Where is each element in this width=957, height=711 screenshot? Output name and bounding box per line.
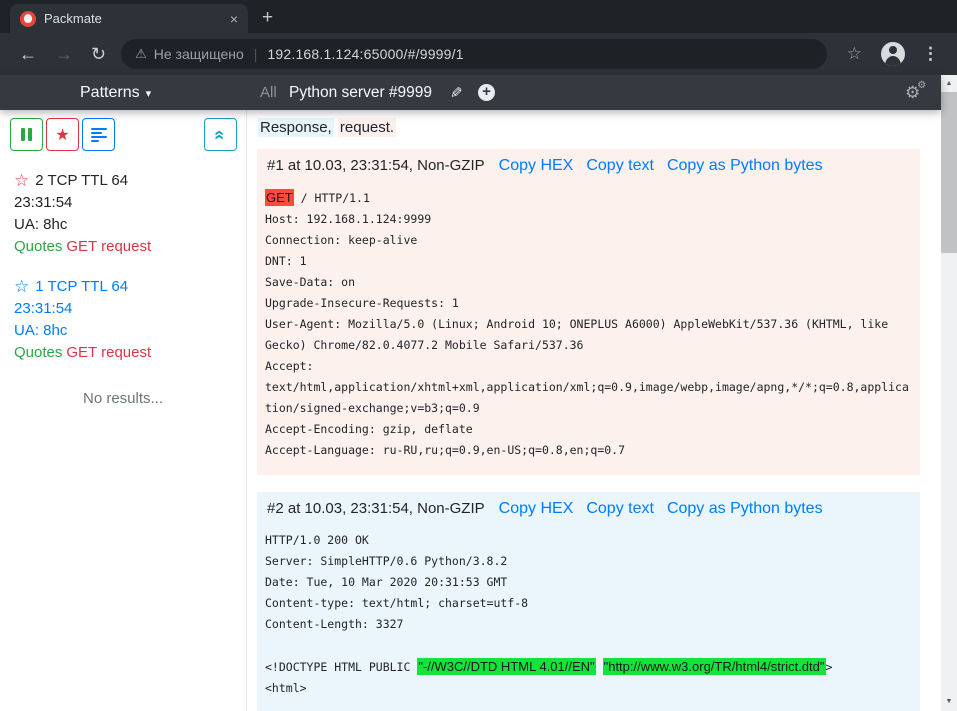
star-icon: ★ xyxy=(55,125,69,145)
settings-button[interactable]: ⚙ ⚙ xyxy=(905,75,929,110)
browser-tab[interactable]: Packmate × xyxy=(10,4,248,33)
scroll-to-top-button[interactable]: « xyxy=(204,118,237,151)
address-bar[interactable]: ⚠ Не защищено | 192.168.1.124:65000/#/99… xyxy=(121,39,827,69)
sidebar: ★ « ☆ 2 TCP TTL 64 23:31:54 UA: 8hc Quot… xyxy=(0,110,247,711)
copy-python-bytes-link[interactable]: Copy as Python bytes xyxy=(667,500,823,518)
stream-title: 1 TCP TTL 64 xyxy=(35,276,128,298)
packet-text: / HTTP/1.1 Host: 192.168.1.124:9999 Conn… xyxy=(265,191,909,457)
copy-python-bytes-link[interactable]: Copy as Python bytes xyxy=(667,157,823,175)
packet-body: GET / HTTP/1.1 Host: 192.168.1.124:9999 … xyxy=(265,187,912,461)
packet-response-block: #2 at 10.03, 23:31:54, Non-GZIP Copy HEX… xyxy=(257,492,920,711)
page-scrollbar[interactable]: ▲ ▼ xyxy=(941,75,957,711)
packet-header: #2 at 10.03, 23:31:54, Non-GZIP Copy HEX… xyxy=(265,498,912,518)
copy-hex-link[interactable]: Copy HEX xyxy=(499,500,574,518)
pattern-match-request: request. xyxy=(338,118,396,137)
browser-toolbar: ← → ↻ ⚠ Не защищено | 192.168.1.124:6500… xyxy=(0,33,957,75)
favorite-star-icon[interactable]: ☆ xyxy=(14,276,29,298)
tab-title: Packmate xyxy=(44,11,222,26)
close-tab-icon[interactable]: × xyxy=(230,12,238,26)
copy-text-link[interactable]: Copy text xyxy=(586,500,654,518)
double-chevron-up-icon: « xyxy=(211,129,229,139)
pattern-tag-quotes: Quotes xyxy=(14,344,62,361)
bookmark-star-icon[interactable]: ☆ xyxy=(847,44,862,64)
scrollbar-down-arrow-icon[interactable]: ▼ xyxy=(941,694,957,708)
no-results-text: No results... xyxy=(0,390,246,407)
scrollbar-up-arrow-icon[interactable]: ▲ xyxy=(941,76,957,90)
sidebar-toolbar: ★ xyxy=(10,118,115,151)
packet-title: #1 at 10.03, 23:31:54, Non-GZIP xyxy=(267,157,485,174)
chevron-down-icon: ▾ xyxy=(146,85,152,100)
plus-circle-icon: + xyxy=(478,84,495,101)
back-icon[interactable]: ← xyxy=(19,45,37,63)
patterns-label: Patterns xyxy=(80,84,140,102)
packmate-favicon-icon xyxy=(20,11,36,27)
service-title[interactable]: Python server #9999 xyxy=(289,75,432,110)
packet-body: HTTP/1.0 200 OK Server: SimpleHTTP/0.6 P… xyxy=(265,530,912,699)
pause-button[interactable] xyxy=(10,118,43,151)
new-tab-button[interactable]: + xyxy=(262,5,273,31)
stream-time: 23:31:54 xyxy=(14,192,246,214)
stream-ua: UA: 8hc xyxy=(14,214,246,236)
packet-header: #1 at 10.03, 23:31:54, Non-GZIP Copy HEX… xyxy=(265,155,912,175)
nav-all[interactable]: All xyxy=(260,75,277,110)
gear-small-icon: ⚙ xyxy=(917,80,926,91)
highlighted-match-quote: "-//W3C//DTD HTML 4.01//EN" xyxy=(417,658,595,675)
browser-tabstrip: Packmate × + xyxy=(0,0,957,33)
edit-pencil-icon[interactable]: ✎ xyxy=(450,75,463,110)
pattern-tag-get-request: GET request xyxy=(66,238,151,255)
stream-ua: UA: 8hc xyxy=(14,320,246,342)
app-header: Patterns ▾ All Python server #9999 ✎ + ⚙… xyxy=(0,75,941,110)
packet-request-block: #1 at 10.03, 23:31:54, Non-GZIP Copy HEX… xyxy=(257,149,920,475)
matched-patterns-line: Response, request. xyxy=(258,119,941,136)
reload-icon[interactable]: ↻ xyxy=(91,45,106,63)
copy-text-link[interactable]: Copy text xyxy=(586,157,654,175)
stream-list-item[interactable]: ☆ 2 TCP TTL 64 23:31:54 UA: 8hc QuotesGE… xyxy=(14,170,246,258)
browser-menu-icon[interactable]: ⋮ xyxy=(922,44,939,64)
packet-title: #2 at 10.03, 23:31:54, Non-GZIP xyxy=(267,500,485,517)
stream-time: 23:31:54 xyxy=(14,298,246,320)
forward-icon[interactable]: → xyxy=(55,45,73,63)
packet-text: HTTP/1.0 200 OK Server: SimpleHTTP/0.6 P… xyxy=(265,533,528,674)
favorites-filter-button[interactable]: ★ xyxy=(46,118,79,151)
main-content: Response, request. #1 at 10.03, 23:31:54… xyxy=(248,110,941,711)
not-secure-warning-icon[interactable]: ⚠ xyxy=(135,46,147,62)
stream-tags: QuotesGET request xyxy=(14,342,246,364)
url-separator: | xyxy=(254,46,258,62)
patterns-dropdown[interactable]: Patterns ▾ xyxy=(80,75,151,110)
stream-tags: QuotesGET request xyxy=(14,236,246,258)
stream-list-item-active[interactable]: ☆ 1 TCP TTL 64 23:31:54 UA: 8hc QuotesGE… xyxy=(14,276,246,364)
profile-avatar-icon[interactable] xyxy=(881,42,905,66)
pattern-tag-quotes: Quotes xyxy=(14,238,62,255)
highlighted-match-get: GET xyxy=(265,189,294,206)
list-view-button[interactable] xyxy=(82,118,115,151)
scrollbar-thumb[interactable] xyxy=(941,92,957,253)
align-left-icon xyxy=(91,128,107,142)
highlighted-match-quote: "http://www.w3.org/TR/html4/strict.dtd" xyxy=(603,658,826,675)
pattern-tag-get-request: GET request xyxy=(66,344,151,361)
security-label: Не защищено xyxy=(154,46,244,62)
add-service-button[interactable]: + xyxy=(478,75,495,110)
url-text: 192.168.1.124:65000/#/9999/1 xyxy=(267,46,463,62)
stream-title: 2 TCP TTL 64 xyxy=(35,170,128,192)
pause-icon xyxy=(21,128,25,141)
pattern-match-response: Response, xyxy=(258,118,334,137)
favorite-star-icon[interactable]: ☆ xyxy=(14,170,29,192)
copy-hex-link[interactable]: Copy HEX xyxy=(499,157,574,175)
screen: Packmate × + ← → ↻ ⚠ Не защищено | 192.1… xyxy=(0,0,957,711)
